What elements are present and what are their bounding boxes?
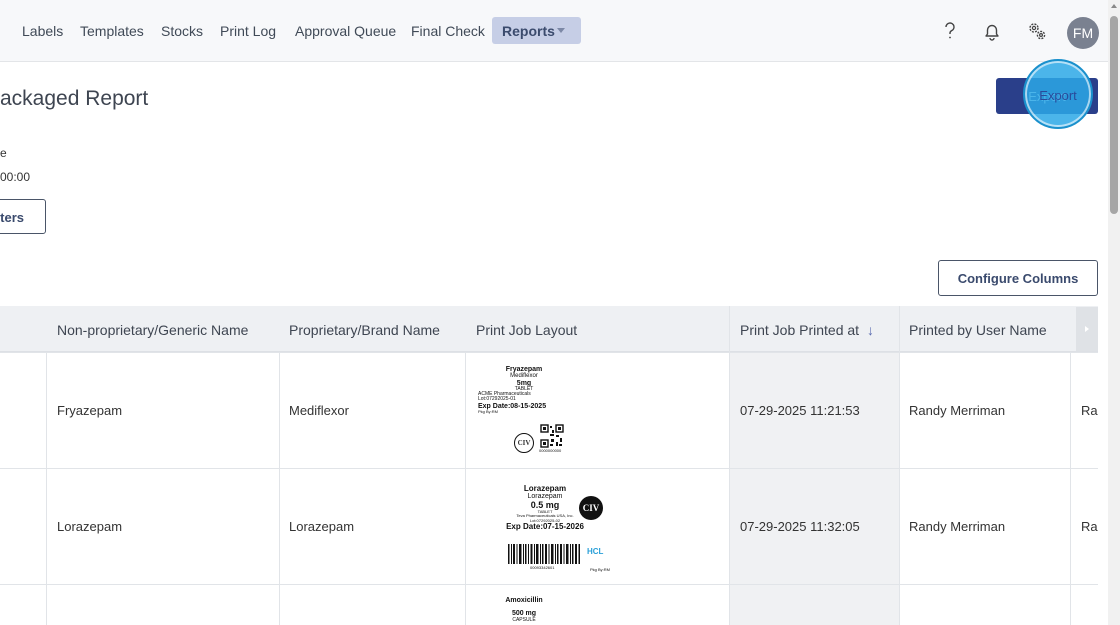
nav-item-approval-queue[interactable]: Approval Queue xyxy=(295,23,396,39)
chevron-down-icon xyxy=(557,28,565,33)
column-header-brand-name[interactable]: Proprietary/Brand Name xyxy=(279,306,466,352)
label-logo: HCL xyxy=(587,547,604,556)
cell-next-column: Ra xyxy=(1081,519,1098,534)
report-param-value: 00:00 xyxy=(0,170,31,184)
column-header-printed-by[interactable]: Printed by User Name xyxy=(899,306,1098,352)
top-navigation-bar: Labels Templates Stocks Print Log Approv… xyxy=(0,0,1108,62)
nav-item-reports-label: Reports xyxy=(502,23,555,39)
barcode-icon xyxy=(508,544,580,564)
cell-next-column: Ra xyxy=(1081,403,1098,418)
bell-icon[interactable] xyxy=(981,20,1003,42)
label-barcode-number: 00093342601 xyxy=(530,565,555,570)
cell-brand-name: Mediflexor xyxy=(289,403,349,418)
cell-printed-at: 07-29-2025 11:21:53 xyxy=(740,403,860,418)
scrollbar-thumb[interactable] xyxy=(1110,16,1118,214)
help-icon[interactable] xyxy=(939,20,961,42)
label-drug-name: Amoxicillin xyxy=(505,597,543,604)
nav-item-print-log[interactable]: Print Log xyxy=(220,23,276,39)
page-title: ackaged Report xyxy=(0,87,149,110)
label-preview-2[interactable]: Lorazepam Lorazepam 0.5 mg TABLET Teva P… xyxy=(500,484,590,531)
label-preview-3[interactable]: Amoxicillin 500 mg CAPSULE xyxy=(490,597,558,623)
export-button[interactable]: Export xyxy=(996,78,1098,114)
table-scroll-right-button[interactable] xyxy=(1076,307,1098,351)
column-header-printed-at-label: Print Job Printed at xyxy=(740,322,860,338)
cell-printed-by: Randy Merriman xyxy=(909,403,1006,418)
column-header-generic-name[interactable]: Non-proprietary/Generic Name xyxy=(47,306,279,352)
column-header-select xyxy=(0,306,47,352)
cell-printed-at: 07-29-2025 11:32:05 xyxy=(740,519,860,534)
edit-parameters-button[interactable]: eters xyxy=(0,199,46,234)
label-preview-1[interactable]: Fryazepam Mediflexor 5mg TABLET ACME Pha… xyxy=(478,366,570,414)
configure-columns-button[interactable]: Configure Columns xyxy=(938,260,1098,296)
label-packaged-by: Pkg By:RM xyxy=(478,409,499,415)
column-header-printed-at[interactable]: Print Job Printed at ↓ xyxy=(730,306,899,352)
cell-brand-name: Lorazepam xyxy=(289,519,355,534)
label-packaged-by: Pkg By:RM xyxy=(590,567,611,572)
column-header-print-job-layout[interactable]: Print Job Layout xyxy=(466,306,730,352)
schedule-badge-civ: CIV xyxy=(579,496,603,520)
report-param-label: e xyxy=(0,146,7,160)
report-table: Non-proprietary/Generic Name Proprietary… xyxy=(0,306,1098,625)
schedule-badge-civ: CIV xyxy=(514,433,534,453)
label-dosage-form: CAPSULE xyxy=(512,616,536,623)
label-expiration: Exp Date:07-15-2026 xyxy=(506,521,584,531)
sort-desc-arrow-icon: ↓ xyxy=(866,322,874,338)
scroll-up-arrow-icon[interactable] xyxy=(1111,4,1117,8)
cell-printed-by: Randy Merriman xyxy=(909,519,1006,534)
cell-generic-name: Lorazepam xyxy=(57,519,123,534)
label-drug-name: Fryazepam xyxy=(505,366,543,373)
nav-item-labels[interactable]: Labels xyxy=(22,23,63,39)
settings-gear-icon[interactable] xyxy=(1026,20,1048,42)
nav-item-templates[interactable]: Templates xyxy=(80,23,144,39)
cell-generic-name: Fryazepam xyxy=(57,403,123,418)
label-drug-name: Lorazepam xyxy=(523,484,567,493)
user-avatar[interactable]: FM xyxy=(1067,17,1099,49)
qr-code-icon xyxy=(540,424,564,448)
page-scrollbar[interactable] xyxy=(1108,0,1120,625)
nav-item-reports[interactable]: Reports xyxy=(492,17,581,44)
nav-item-stocks[interactable]: Stocks xyxy=(161,23,203,39)
nav-item-final-check[interactable]: Final Check xyxy=(411,23,485,39)
label-barcode-number: 0000000000 xyxy=(539,448,562,453)
